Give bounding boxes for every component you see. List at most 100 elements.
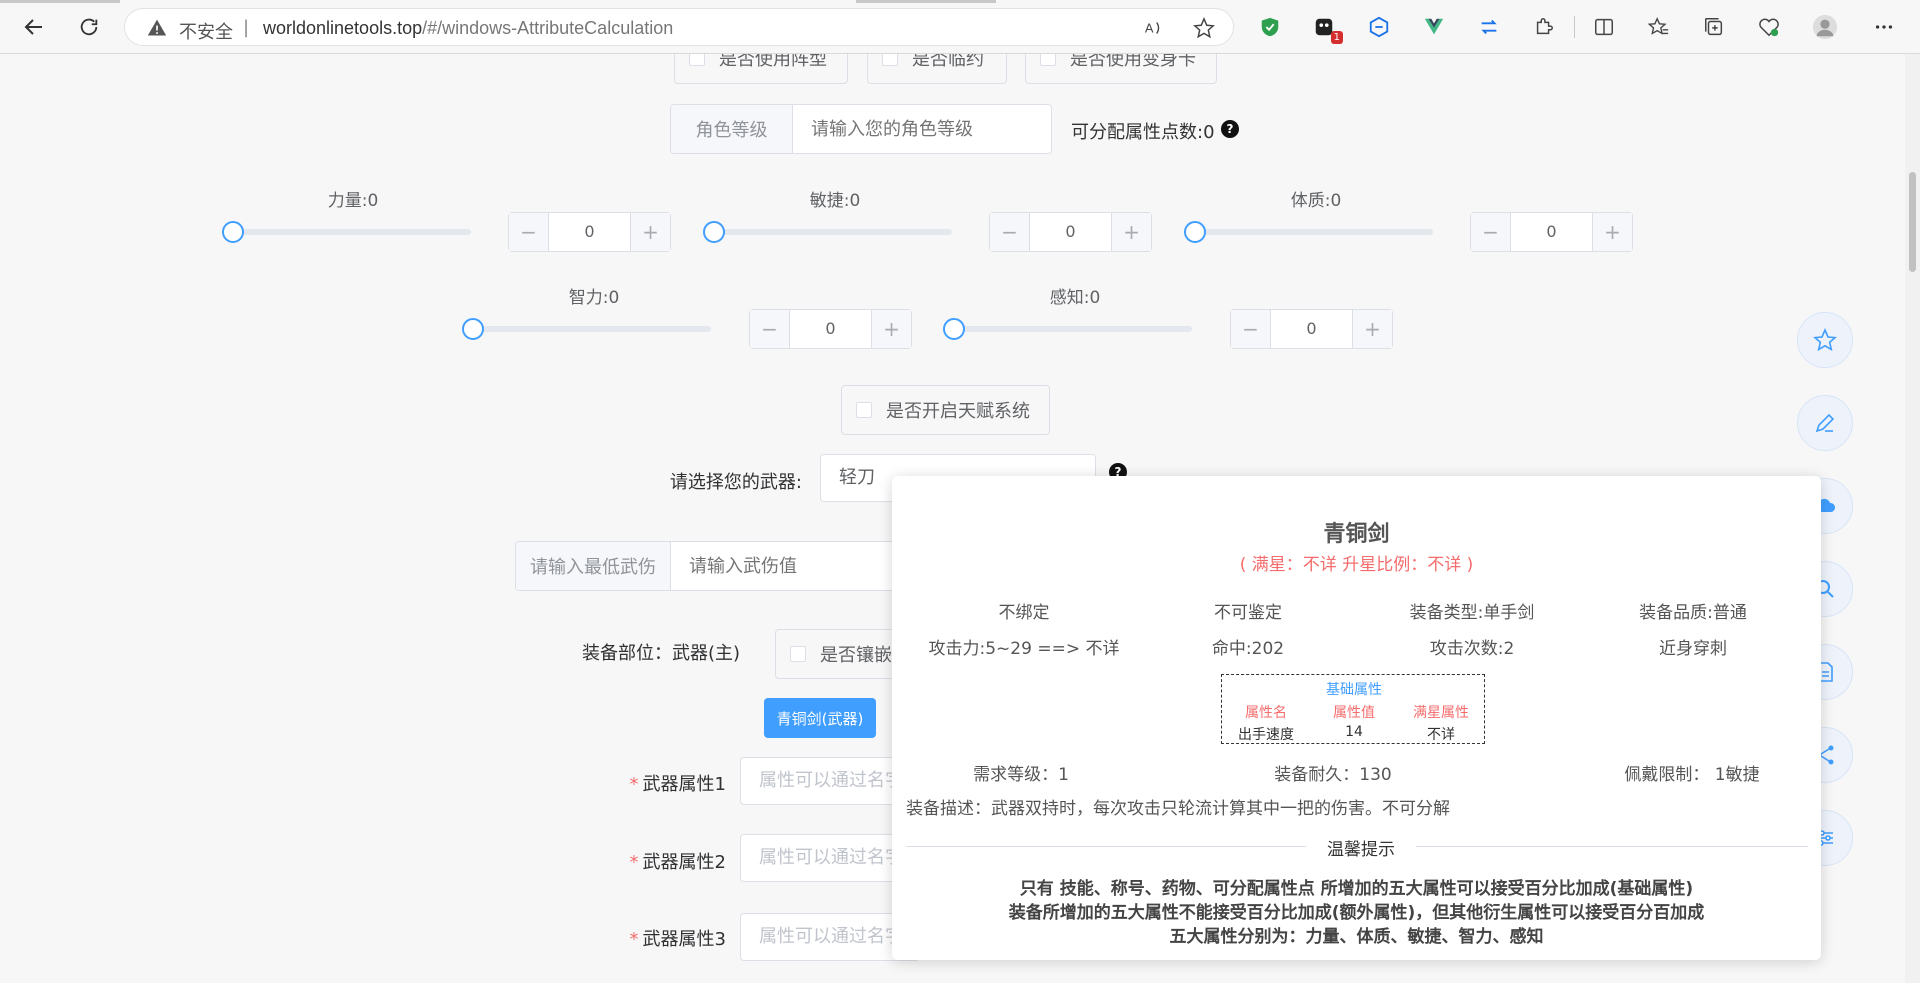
constitution-stepper: − 0 +	[1470, 212, 1633, 252]
help-icon[interactable]: ?	[1221, 120, 1239, 138]
constitution-value[interactable]: 0	[1511, 213, 1592, 251]
warning-icon[interactable]	[147, 18, 167, 42]
item-name: 青铜剑	[1323, 522, 1390, 547]
required-level: 需求等级：1	[973, 765, 1069, 785]
checkbox-box[interactable]	[882, 54, 898, 66]
bind-status: 不绑定	[998, 603, 1050, 623]
perception-value[interactable]: 0	[1271, 310, 1352, 348]
decrement-button[interactable]: −	[509, 213, 549, 251]
checkbox-box[interactable]	[1040, 54, 1056, 66]
address-bar[interactable]: 不安全 | worldonlinetools.top/#/windows-Att…	[124, 8, 1234, 46]
shield-extension-icon[interactable]	[1257, 14, 1283, 40]
increment-button[interactable]: +	[630, 213, 670, 251]
damage-prepend: 请输入最低武伤	[516, 542, 671, 590]
transform-card-checkbox[interactable]: 是否使用变身卡	[1025, 54, 1217, 84]
level-input-group: 角色等级	[670, 104, 1052, 154]
talent-label: 是否开启天赋系统	[886, 401, 1030, 422]
strength-slider-track[interactable]	[233, 229, 471, 235]
favorite-fab[interactable]	[1797, 312, 1853, 368]
decrement-button[interactable]: −	[1471, 213, 1511, 251]
extension-badge-icon[interactable]: 1	[1311, 14, 1343, 44]
favorites-icon[interactable]	[1646, 14, 1672, 40]
cube-extension-icon[interactable]	[1366, 14, 1392, 40]
tip-line: 五大属性分别为：力量、体质、敏捷、智力、感知	[1169, 927, 1544, 947]
intelligence-slider-track[interactable]	[473, 326, 711, 332]
weapon-attr-3-label: * 武器属性3	[629, 929, 726, 950]
url-host: worldonlinetools.top	[263, 18, 423, 38]
refresh-button[interactable]	[71, 9, 107, 45]
tip-title: 温馨提示	[1327, 840, 1395, 860]
page-content: 是否使用阵型 是否临约 是否使用变身卡 角色等级 可分配属性点数:0 ? 力量:…	[0, 54, 1905, 983]
increment-button[interactable]: +	[1352, 310, 1392, 348]
damage-input-group: 请输入最低武伤	[515, 541, 915, 591]
intelligence-slider-handle[interactable]	[462, 318, 484, 340]
damage-input[interactable]	[671, 542, 914, 590]
vue-devtools-icon[interactable]	[1421, 14, 1447, 40]
split-screen-icon[interactable]	[1591, 14, 1617, 40]
favorite-star-icon[interactable]	[1193, 16, 1215, 39]
page-scrollbar[interactable]	[1905, 54, 1920, 983]
divider	[1416, 846, 1808, 847]
contract-checkbox[interactable]: 是否临约	[867, 54, 1007, 84]
intelligence-stepper: − 0 +	[749, 309, 912, 349]
strength-value[interactable]: 0	[549, 213, 630, 251]
intelligence-label: 智力:0	[568, 288, 620, 308]
level-prepend: 角色等级	[671, 105, 793, 153]
strength-slider-handle[interactable]	[222, 221, 244, 243]
extension-badge: 1	[1330, 31, 1343, 44]
weapon-attr-1-label: * 武器属性1	[629, 774, 726, 795]
formation-checkbox[interactable]: 是否使用阵型	[674, 54, 848, 84]
attr-max: 不详	[1427, 727, 1455, 743]
attr-value: 14	[1345, 724, 1363, 740]
checkbox-box[interactable]	[689, 54, 705, 66]
attr-header-value: 属性值	[1333, 705, 1375, 721]
browser-essentials-icon[interactable]	[1756, 14, 1782, 40]
intelligence-value[interactable]: 0	[790, 310, 871, 348]
back-button[interactable]	[16, 9, 52, 45]
contract-label: 是否临约	[912, 54, 984, 70]
profile-avatar[interactable]	[1812, 14, 1838, 40]
attr-header-max: 满星属性	[1413, 705, 1469, 721]
weapon-attr-3-text: 武器属性3	[642, 929, 726, 950]
browser-toolbar: 不安全 | worldonlinetools.top/#/windows-Att…	[0, 0, 1920, 54]
talent-checkbox[interactable]: 是否开启天赋系统	[841, 385, 1050, 435]
checkbox-box[interactable]	[856, 402, 872, 418]
attack-kind: 近身穿刺	[1659, 639, 1727, 659]
equip-quality: 装备品质:普通	[1639, 603, 1747, 623]
extensions-puzzle-icon[interactable]	[1531, 14, 1557, 40]
agility-slider-handle[interactable]	[703, 221, 725, 243]
read-aloud-icon[interactable]: A	[1143, 17, 1165, 39]
increment-button[interactable]: +	[1111, 213, 1151, 251]
item-star-info: ( 满星：不详 升星比例：不详 )	[1239, 555, 1474, 575]
weapon-attr-1-text: 武器属性1	[642, 774, 726, 795]
constitution-slider-handle[interactable]	[1184, 221, 1206, 243]
attr-name: 出手速度	[1238, 727, 1294, 743]
increment-button[interactable]: +	[1592, 213, 1632, 251]
durability: 装备耐久：130	[1274, 765, 1392, 785]
agility-stepper: − 0 +	[989, 212, 1152, 252]
attack-count: 攻击次数:2	[1429, 639, 1515, 659]
url-text[interactable]: worldonlinetools.top/#/windows-Attribute…	[263, 18, 673, 39]
level-input[interactable]	[793, 105, 1051, 153]
collections-icon[interactable]	[1701, 14, 1727, 40]
perception-slider-track[interactable]	[954, 326, 1192, 332]
decrement-button[interactable]: −	[990, 213, 1030, 251]
equipped-item-button[interactable]: 青铜剑(武器)	[764, 698, 876, 738]
sync-extension-icon[interactable]	[1476, 14, 1502, 40]
decrement-button[interactable]: −	[750, 310, 790, 348]
equip-type: 装备类型:单手剑	[1409, 603, 1535, 623]
insecure-label: 不安全	[179, 22, 233, 43]
scrollbar-thumb[interactable]	[1909, 172, 1916, 272]
decrement-button[interactable]: −	[1231, 310, 1271, 348]
checkbox-box[interactable]	[790, 646, 806, 662]
constitution-slider-track[interactable]	[1195, 229, 1433, 235]
edit-fab[interactable]	[1797, 395, 1853, 451]
star-icon	[1813, 328, 1837, 352]
agility-value[interactable]: 0	[1030, 213, 1111, 251]
agility-slider-track[interactable]	[714, 229, 952, 235]
wear-restriction: 佩戴限制： 1敏捷	[1624, 765, 1760, 785]
increment-button[interactable]: +	[871, 310, 911, 348]
perception-slider-handle[interactable]	[943, 318, 965, 340]
equip-slot-label: 装备部位：武器(主)	[581, 643, 740, 664]
more-menu-icon[interactable]	[1871, 14, 1897, 40]
